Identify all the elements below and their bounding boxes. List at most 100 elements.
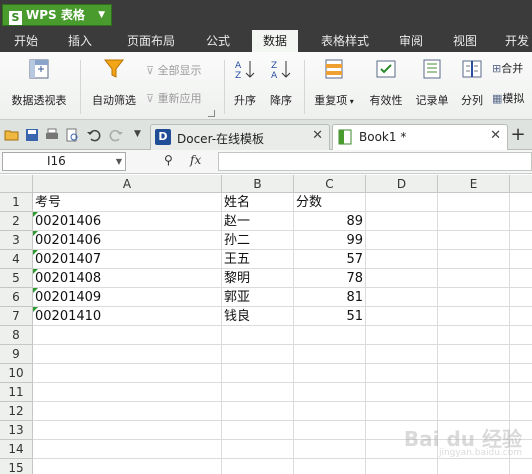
select-all-corner[interactable] [0, 175, 33, 193]
cell[interactable] [438, 402, 510, 421]
pivot-table-button[interactable]: 数据透视表 [4, 58, 74, 114]
cell[interactable] [438, 250, 510, 269]
cell[interactable] [222, 402, 294, 421]
cell[interactable]: 81 [294, 288, 366, 307]
cell[interactable] [510, 307, 532, 326]
tab-book1[interactable]: Book1 * ✕ [332, 124, 508, 151]
cell[interactable] [366, 231, 438, 250]
cell[interactable] [510, 193, 532, 212]
column-header-e[interactable]: E [438, 175, 510, 193]
cell[interactable] [294, 345, 366, 364]
cell[interactable] [438, 459, 510, 474]
row-header[interactable]: 6 [0, 288, 33, 307]
cell[interactable] [33, 440, 222, 459]
cell[interactable] [510, 383, 532, 402]
row-header[interactable]: 2 [0, 212, 33, 231]
cell[interactable] [510, 231, 532, 250]
cell[interactable] [366, 250, 438, 269]
tab-docer[interactable]: D Docer-在线模板 ✕ [150, 124, 330, 150]
row-header[interactable]: 15 [0, 459, 33, 474]
cell[interactable] [222, 440, 294, 459]
cell[interactable] [510, 250, 532, 269]
cell[interactable] [366, 307, 438, 326]
cell[interactable]: 分数 [294, 193, 366, 212]
cell[interactable] [33, 383, 222, 402]
cell[interactable]: 00201408 [33, 269, 222, 288]
close-icon[interactable]: ✕ [312, 128, 323, 143]
cell[interactable]: 00201407 [33, 250, 222, 269]
menu-review[interactable]: 审阅 [390, 30, 432, 52]
new-tab-plus-icon[interactable]: + [506, 124, 530, 148]
cell[interactable] [366, 383, 438, 402]
cell[interactable] [294, 440, 366, 459]
menu-insert[interactable]: 插入 [56, 30, 104, 52]
cell[interactable] [366, 269, 438, 288]
cell[interactable]: 89 [294, 212, 366, 231]
name-box[interactable]: I16 ▼ [2, 152, 126, 171]
cell[interactable]: 78 [294, 269, 366, 288]
cell[interactable]: 钱良 [222, 307, 294, 326]
cell[interactable] [294, 402, 366, 421]
quick-access-dropdown-icon[interactable]: ▼ [134, 129, 150, 145]
cell[interactable] [438, 307, 510, 326]
cell[interactable] [438, 383, 510, 402]
cell[interactable] [222, 383, 294, 402]
spreadsheet-grid[interactable]: A B C D E 1 考号 姓名 分数 2 00201406 赵一 89 3 00201406 孙… [0, 175, 532, 474]
cell[interactable] [222, 326, 294, 345]
cell[interactable] [438, 231, 510, 250]
insert-function-icon[interactable]: fx [190, 153, 201, 167]
redo-icon[interactable] [108, 127, 124, 143]
cell[interactable] [366, 326, 438, 345]
cell[interactable] [510, 326, 532, 345]
column-header-f[interactable] [510, 175, 532, 193]
row-header[interactable]: 14 [0, 440, 33, 459]
cell[interactable] [33, 421, 222, 440]
cell[interactable] [294, 364, 366, 383]
cell[interactable]: 51 [294, 307, 366, 326]
cell[interactable] [510, 345, 532, 364]
cell[interactable] [366, 459, 438, 474]
column-header-b[interactable]: B [222, 175, 294, 193]
cell[interactable] [510, 269, 532, 288]
row-header[interactable]: 11 [0, 383, 33, 402]
menu-start[interactable]: 开始 [2, 30, 50, 52]
duplicates-button[interactable]: 重复项 ▾ [308, 58, 360, 114]
cell[interactable] [510, 364, 532, 383]
column-header-a[interactable]: A [33, 175, 222, 193]
cell[interactable] [222, 364, 294, 383]
cell[interactable] [438, 288, 510, 307]
cell[interactable]: 赵一 [222, 212, 294, 231]
cell[interactable] [510, 402, 532, 421]
menu-data[interactable]: 数据 [252, 30, 298, 52]
cell[interactable]: 姓名 [222, 193, 294, 212]
cell[interactable]: 考号 [33, 193, 222, 212]
menu-view[interactable]: 视图 [444, 30, 486, 52]
cell[interactable]: 00201406 [33, 212, 222, 231]
row-header[interactable]: 9 [0, 345, 33, 364]
cell[interactable]: 00201410 [33, 307, 222, 326]
menu-formula[interactable]: 公式 [196, 30, 240, 52]
cell[interactable] [366, 212, 438, 231]
cell[interactable]: 黎明 [222, 269, 294, 288]
row-header[interactable]: 4 [0, 250, 33, 269]
cell[interactable]: 郭亚 [222, 288, 294, 307]
cell[interactable] [510, 288, 532, 307]
cell[interactable]: 王五 [222, 250, 294, 269]
cell[interactable] [294, 459, 366, 474]
cell[interactable] [33, 345, 222, 364]
cell[interactable]: 99 [294, 231, 366, 250]
menu-developer[interactable]: 开发 [500, 30, 532, 52]
row-header[interactable]: 10 [0, 364, 33, 383]
row-header[interactable]: 3 [0, 231, 33, 250]
print-icon[interactable] [44, 127, 60, 143]
cell[interactable] [366, 193, 438, 212]
simulate-button[interactable]: ▦模拟 [492, 90, 524, 108]
merge-button[interactable]: ⊞合并 [492, 60, 523, 78]
text-to-columns-button[interactable]: 分列 [456, 58, 488, 114]
app-menu-button[interactable]: S WPS 表格 ▼ [2, 4, 112, 26]
sort-ascending-button[interactable]: AZ 升序 [228, 58, 262, 114]
cell[interactable] [438, 345, 510, 364]
undo-icon[interactable] [86, 127, 102, 143]
cell[interactable] [366, 364, 438, 383]
row-header[interactable]: 13 [0, 421, 33, 440]
